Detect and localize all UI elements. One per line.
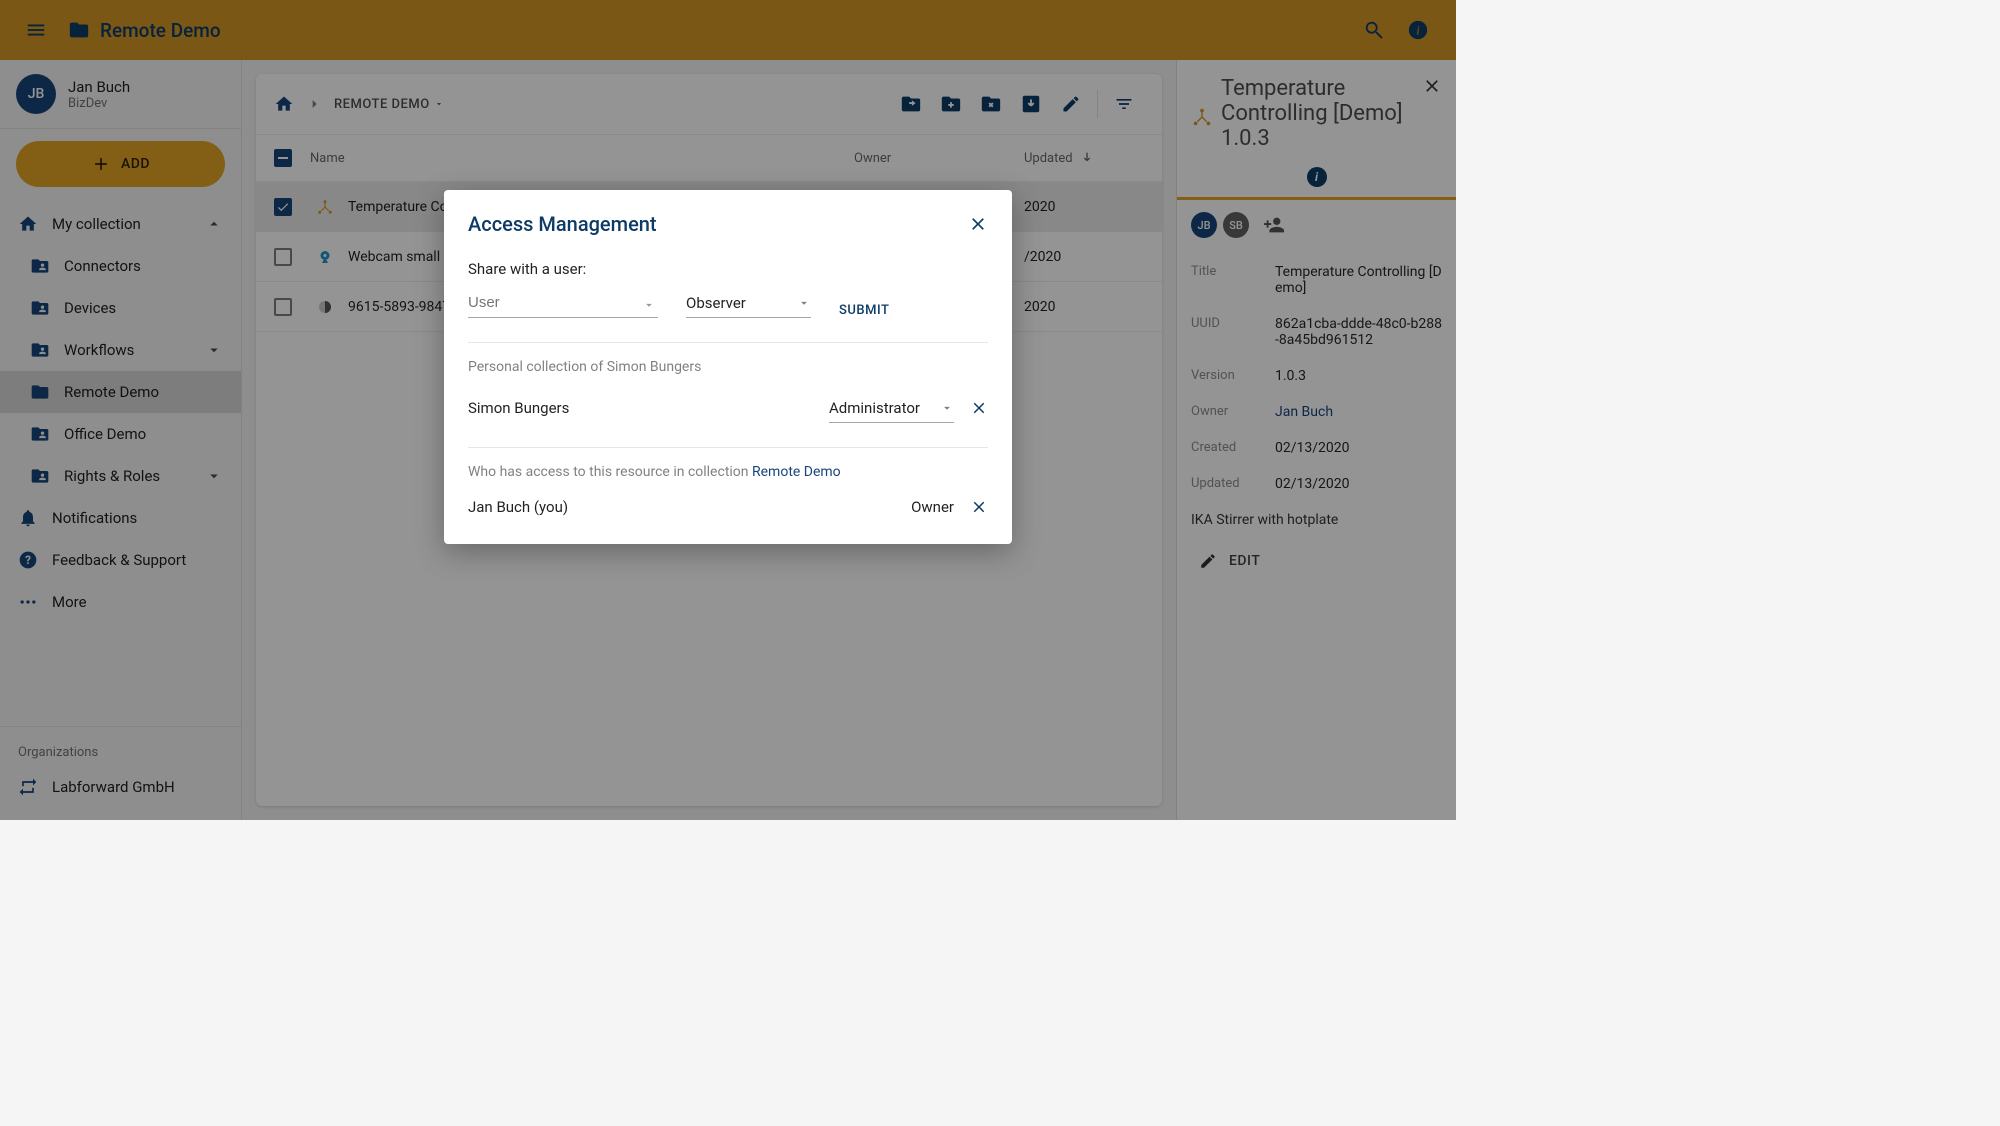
access-row: Simon Bungers Administrator [468, 393, 988, 423]
role-select[interactable]: Administrator [829, 393, 954, 423]
access-role: Owner [911, 498, 954, 516]
close-icon[interactable] [968, 214, 988, 234]
submit-button[interactable]: SUBMIT [839, 303, 889, 318]
user-input[interactable] [468, 288, 658, 318]
remove-button[interactable] [970, 498, 988, 516]
access-row: Jan Buch (you) Owner [468, 498, 988, 516]
personal-collection-label: Personal collection of Simon Bungers [468, 359, 988, 375]
access-question: Who has access to this resource in colle… [468, 464, 988, 480]
share-label: Share with a user: [468, 260, 988, 278]
access-management-modal: Access Management Share with a user: Obs… [444, 190, 1012, 544]
role-select[interactable]: Observer [686, 288, 811, 318]
chevron-down-icon[interactable] [642, 298, 656, 312]
modal-title: Access Management [468, 212, 968, 236]
access-user-name: Simon Bungers [468, 399, 829, 417]
modal-overlay[interactable]: Access Management Share with a user: Obs… [0, 0, 1456, 820]
chevron-down-icon [797, 296, 811, 310]
access-user-name: Jan Buch (you) [468, 498, 911, 516]
collection-link[interactable]: Remote Demo [752, 464, 841, 480]
chevron-down-icon [940, 401, 954, 415]
remove-button[interactable] [970, 399, 988, 417]
